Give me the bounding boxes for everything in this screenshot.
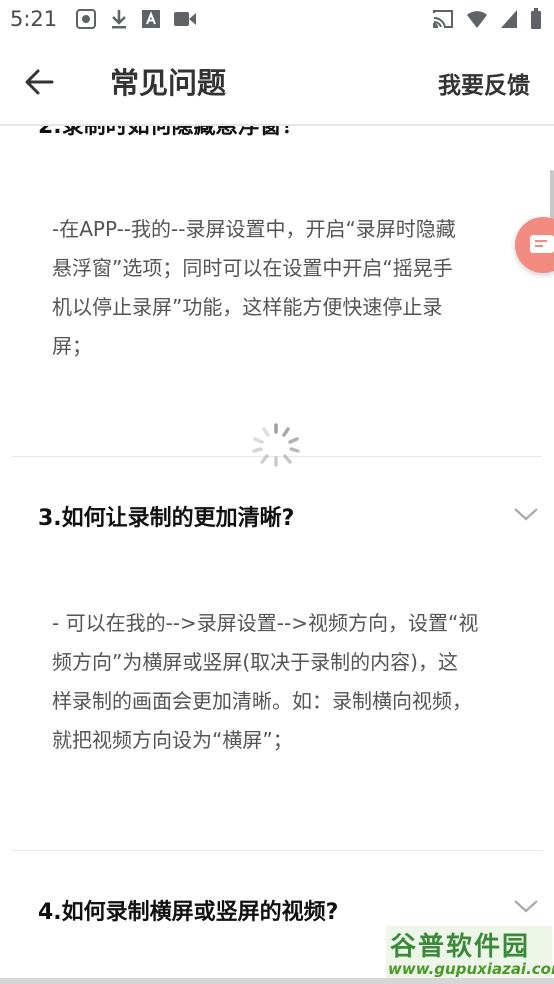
answer-line: 悬浮窗”选项；同时可以在设置中开启“摇晃手 xyxy=(52,256,453,280)
loading-spinner-icon xyxy=(252,423,300,467)
faq-list: 2.录制时如何隐藏悬浮窗？ -在APP--我的--录屏设置中，开启“录屏时隐藏 … xyxy=(12,126,542,978)
faq-question-4[interactable]: 4.如何录制横屏或竖屏的视频? xyxy=(38,894,338,926)
status-system-icons xyxy=(432,8,542,30)
answer-line: 样录制的画面会更加清晰。如：录制横向视频， xyxy=(52,689,472,713)
answer-line: - 可以在我的-->录屏设置-->视频方向，设置“视 xyxy=(52,611,479,635)
app-bar: 常见问题 我要反馈 xyxy=(0,38,554,126)
answer-line: 频方向”为横屏或竖屏(取决于录制的内容)，这 xyxy=(52,650,458,674)
feedback-button[interactable]: 我要反馈 xyxy=(438,66,530,100)
faq-answer-3: - 可以在我的-->录屏设置-->视频方向，设置“视 频方向”为横屏或竖屏(取决… xyxy=(52,604,512,760)
chevron-down-icon[interactable] xyxy=(512,504,540,524)
status-notification-icons xyxy=(75,8,197,30)
arrow-left-icon xyxy=(25,69,54,95)
status-time: 5:21 xyxy=(10,7,58,31)
cast-icon xyxy=(433,10,453,28)
page-title: 常见问题 xyxy=(110,66,227,100)
watermark-title: 谷普软件园 xyxy=(390,932,531,962)
faq-divider xyxy=(12,850,542,851)
download-icon xyxy=(112,10,127,29)
back-button[interactable] xyxy=(20,62,60,102)
answer-line: 屏； xyxy=(52,334,92,358)
answer-line: 就把视频方向设为“横屏”； xyxy=(52,728,293,752)
watermark: 谷普软件园 www.gupuxiazai.com xyxy=(386,926,554,982)
message-icon xyxy=(530,235,554,253)
faq-question-3[interactable]: 3.如何让录制的更加清晰? xyxy=(38,500,294,532)
chevron-down-icon[interactable] xyxy=(512,896,540,916)
wifi-icon xyxy=(467,11,487,28)
signal-icon xyxy=(501,10,517,28)
watermark-url: www.gupuxiazai.com xyxy=(388,960,554,978)
bottom-edge xyxy=(0,978,554,984)
battery-icon xyxy=(531,8,541,29)
status-bar: 5:21 xyxy=(0,0,554,38)
faq-question-2[interactable]: 2.录制时如何隐藏悬浮窗？ xyxy=(38,126,304,140)
answer-line: 机以停止录屏”功能，这样能方便快速停止录 xyxy=(52,295,443,319)
screen-record-icon xyxy=(76,9,97,29)
video-camera-icon xyxy=(174,12,197,26)
answer-line: -在APP--我的--录屏设置中，开启“录屏时隐藏 xyxy=(52,217,456,241)
faq-answer-2: -在APP--我的--录屏设置中，开启“录屏时隐藏 悬浮窗”选项；同时可以在设置… xyxy=(52,210,512,366)
app-notification-icon xyxy=(142,10,161,28)
